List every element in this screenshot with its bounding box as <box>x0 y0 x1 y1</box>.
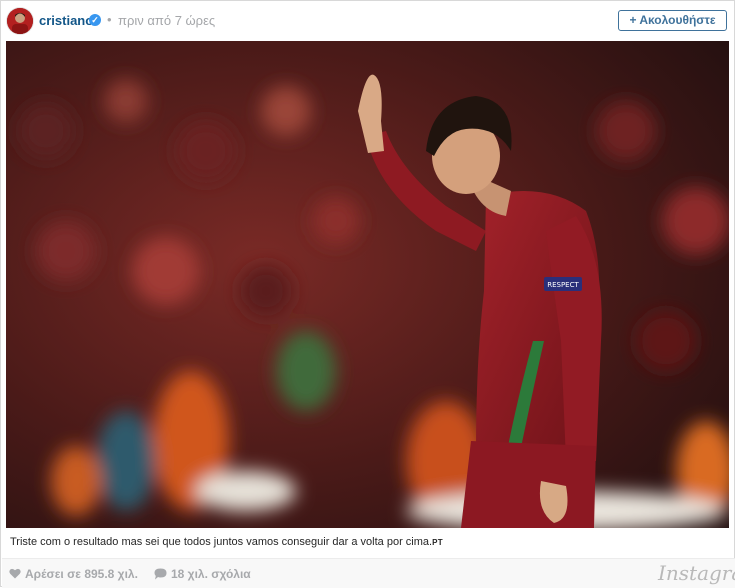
heart-icon[interactable] <box>9 568 21 579</box>
post-footer: Αρέσει σε 895.8 χιλ. 18 χιλ. σχόλια Inst… <box>2 558 735 588</box>
post-time[interactable]: πριν από 7 ώρες <box>118 13 215 28</box>
post-caption: Triste com o resultado mas sei que todos… <box>10 536 443 548</box>
instagram-logo[interactable]: Instagram <box>658 561 735 585</box>
post-photo[interactable]: RESPECT <box>6 41 729 528</box>
comments-count[interactable]: 18 χιλ. σχόλια <box>171 567 251 581</box>
verified-badge-icon: ✓ <box>89 14 101 26</box>
separator-dot: • <box>107 12 112 27</box>
username-link[interactable]: cristiano <box>39 13 93 28</box>
caption-text: Triste com o resultado mas sei que todos… <box>10 536 433 548</box>
respect-badge-text: RESPECT <box>547 281 579 289</box>
follow-button[interactable]: + Ακολουθήστε <box>618 10 727 31</box>
comment-icon[interactable] <box>154 568 167 580</box>
likes-count[interactable]: Αρέσει σε 895.8 χιλ. <box>25 567 138 581</box>
post-header: cristiano ✓ • πριν από 7 ώρες + Ακολουθή… <box>1 1 734 41</box>
post-card: cristiano ✓ • πριν από 7 ώρες + Ακολουθή… <box>0 0 735 588</box>
avatar[interactable] <box>7 8 33 34</box>
caption-tag: PT <box>432 538 443 547</box>
